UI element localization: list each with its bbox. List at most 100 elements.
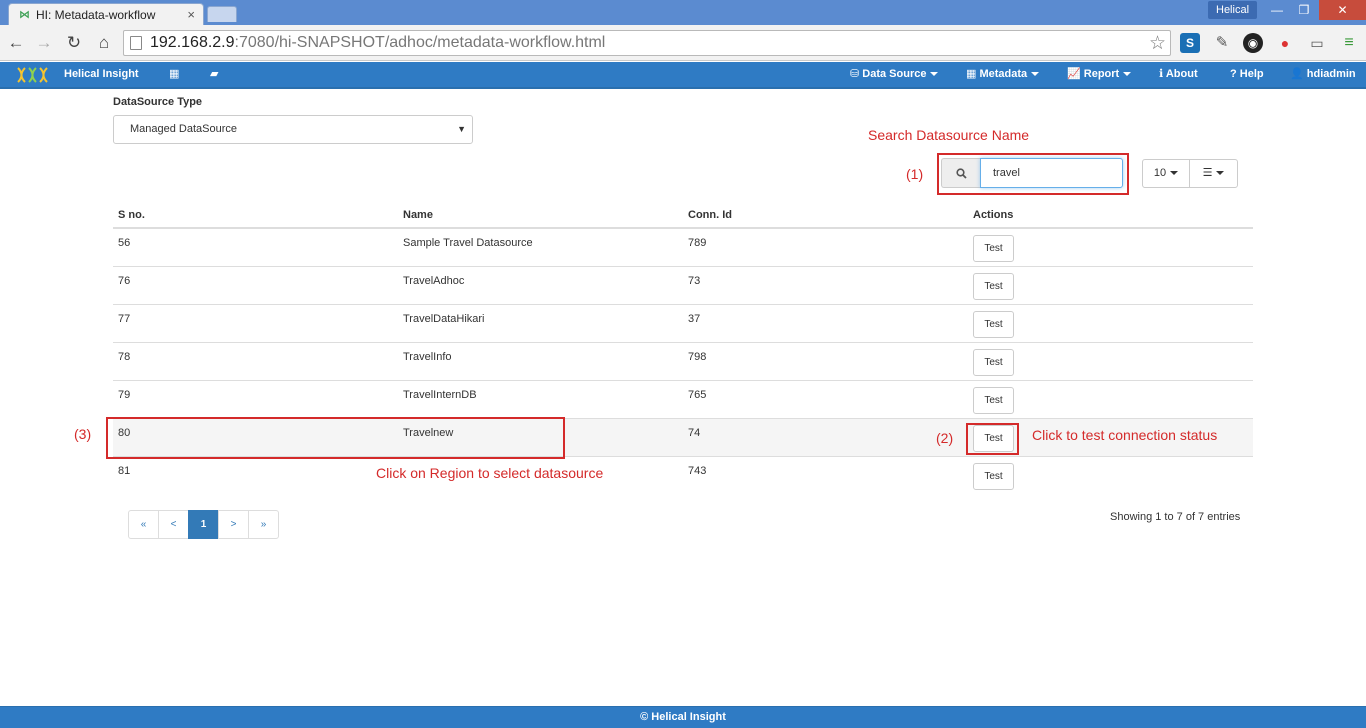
forward-arrow-icon[interactable]: → — [33, 32, 55, 54]
profile-button[interactable]: Helical — [1208, 1, 1258, 19]
columns-toggle-dropdown[interactable]: ☰ — [1189, 159, 1238, 188]
helical-favicon-icon: ⋈ — [19, 9, 30, 21]
nav-metadata[interactable]: ▦ Metadata — [966, 62, 1040, 87]
info-icon: ℹ — [1159, 68, 1164, 80]
extension-s-icon[interactable]: S — [1180, 33, 1200, 53]
cell-name: TravelInternDB — [403, 389, 477, 401]
page-last-button[interactable]: » — [248, 510, 279, 539]
menu-icon[interactable]: ≡ — [1339, 33, 1359, 53]
cell-name: TravelInfo — [403, 351, 452, 363]
browser-toolbar: ← → ↻ ⌂ 192.168.2.9:7080/hi-SNAPSHOT/adh… — [0, 25, 1366, 61]
cell-sno: 79 — [118, 389, 131, 401]
browser-tab-active[interactable]: ⋈ HI: Metadata-workflow × — [8, 3, 204, 25]
annotation-step1: (1) — [906, 166, 924, 182]
back-arrow-icon[interactable]: ← — [5, 32, 27, 54]
reload-icon[interactable]: ↻ — [63, 32, 85, 54]
cell-name: TravelAdhoc — [403, 275, 465, 287]
table-icon: ▦ — [966, 68, 977, 80]
table-row[interactable]: 77 TravelDataHikari 37 Test — [113, 305, 1253, 343]
cell-sno: 56 — [118, 237, 131, 249]
cell-sno: 77 — [118, 313, 131, 325]
column-header-sno[interactable]: S no. — [118, 209, 145, 221]
annotation-test-hint: Click to test connection status — [1032, 427, 1218, 443]
window-close-icon[interactable]: ✕ — [1319, 0, 1366, 20]
url-path: :7080/hi-SNAPSHOT/adhoc/metadata-workflo… — [234, 34, 606, 51]
cell-conn-id: 798 — [688, 351, 707, 363]
annotation-search-title: Search Datasource Name — [868, 127, 1030, 143]
cell-conn-id: 37 — [688, 313, 701, 325]
nav-help[interactable]: ? Help — [1230, 62, 1264, 87]
cell-conn-id: 73 — [688, 275, 701, 287]
nav-about[interactable]: ℹ About — [1159, 62, 1198, 87]
list-icon: ☰ — [1202, 167, 1213, 179]
tab-close-icon[interactable]: × — [187, 7, 195, 22]
column-header-name[interactable]: Name — [403, 209, 433, 221]
browser-tabstrip: ⋈ HI: Metadata-workflow × Helical — ❐ ✕ — [0, 0, 1366, 25]
page-footer: © Helical Insight — [0, 706, 1366, 728]
table-row[interactable]: 81 743 Test — [113, 457, 1253, 495]
annotation-box-row — [106, 417, 565, 459]
minimize-icon[interactable]: — — [1264, 0, 1290, 20]
annotation-region-hint: Click on Region to select datasource — [376, 465, 604, 481]
page-next-button[interactable]: > — [218, 510, 249, 539]
cell-sno: 78 — [118, 351, 131, 363]
nav-label: Report — [1083, 68, 1120, 80]
test-button[interactable]: Test — [973, 349, 1014, 376]
caret-down-icon — [1123, 72, 1132, 77]
test-button[interactable]: Test — [973, 235, 1014, 262]
address-bar[interactable]: 192.168.2.9:7080/hi-SNAPSHOT/adhoc/metad… — [123, 30, 1171, 56]
cast-icon[interactable]: ▭ — [1307, 33, 1327, 53]
nav-label: Data Source — [862, 68, 927, 80]
eyedropper-icon[interactable]: ✎ — [1212, 33, 1232, 53]
folder-icon[interactable]: ▰ — [210, 62, 218, 87]
nav-report[interactable]: 📈 Report — [1067, 62, 1132, 87]
datasource-type-select[interactable]: Managed DataSource ▼ — [113, 115, 473, 144]
column-header-conn-id[interactable]: Conn. Id — [688, 209, 732, 221]
bookmark-star-icon[interactable]: ☆ — [1149, 32, 1166, 55]
cell-sno: 81 — [118, 465, 131, 477]
page-first-button[interactable]: « — [128, 510, 159, 539]
nav-label: About — [1165, 68, 1198, 80]
caret-down-icon — [930, 72, 939, 77]
nav-label: hdiadmin — [1306, 68, 1356, 80]
table-row[interactable]: 78 TravelInfo 798 Test — [113, 343, 1253, 381]
table-header: S no. Name Conn. Id Actions — [113, 203, 1253, 229]
select-arrow-icon: ▼ — [457, 124, 466, 134]
search-input[interactable] — [980, 158, 1123, 188]
grid-icon[interactable]: ▦ — [169, 62, 179, 87]
page-current-button[interactable]: 1 — [188, 510, 219, 539]
annotation-step2: (2) — [936, 430, 954, 446]
chart-icon: 📈 — [1067, 68, 1081, 80]
brand-name[interactable]: Helical Insight — [64, 62, 139, 87]
nav-data-source[interactable]: ⛁ Data Source — [850, 62, 939, 87]
test-button[interactable]: Test — [973, 311, 1014, 338]
datasource-type-label: DataSource Type — [113, 96, 203, 108]
page-prev-button[interactable]: < — [158, 510, 189, 539]
new-tab-button[interactable] — [207, 6, 237, 22]
datasource-type-value: Managed DataSource — [130, 123, 238, 135]
app-navbar: Helical Insight ▦ ▰ ⛁ Data Source ▦ Meta… — [0, 62, 1366, 89]
home-icon[interactable]: ⌂ — [93, 32, 115, 54]
table-row[interactable]: 76 TravelAdhoc 73 Test — [113, 267, 1253, 305]
page-size-dropdown[interactable]: 10 — [1142, 159, 1190, 188]
cell-conn-id: 743 — [688, 465, 707, 477]
search-icon — [941, 158, 981, 188]
pagination: « < 1 > » — [128, 510, 279, 539]
test-button[interactable]: Test — [973, 463, 1014, 490]
caret-down-icon — [1216, 171, 1225, 176]
maximize-icon[interactable]: ❐ — [1291, 0, 1317, 20]
test-button[interactable]: Test — [973, 273, 1014, 300]
tab-title: HI: Metadata-workflow — [36, 7, 156, 22]
cell-conn-id: 765 — [688, 389, 707, 401]
table-row[interactable]: 56 Sample Travel Datasource 789 Test — [113, 229, 1253, 267]
extension-color-icon[interactable]: ◉ — [1243, 33, 1263, 53]
table-row[interactable]: 79 TravelInternDB 765 Test — [113, 381, 1253, 419]
extension-record-icon[interactable]: ● — [1275, 33, 1295, 53]
page-size-value: 10 — [1153, 167, 1167, 179]
nav-user[interactable]: 👤 hdiadmin — [1290, 62, 1356, 87]
cell-sno: 76 — [118, 275, 131, 287]
helical-logo-icon[interactable] — [16, 66, 50, 84]
annotation-step3: (3) — [74, 426, 92, 442]
database-icon: ⛁ — [850, 68, 860, 80]
test-button[interactable]: Test — [973, 387, 1014, 414]
